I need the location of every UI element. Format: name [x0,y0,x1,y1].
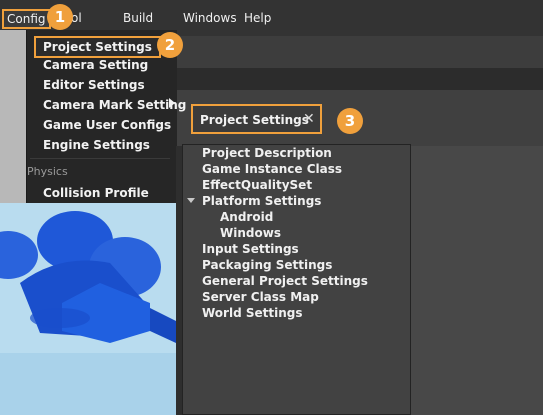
toolbar-strip [176,68,543,90]
step-badge-2: 2 [157,32,183,58]
tree-item-effect-quality-set[interactable]: EffectQualitySet [202,177,312,193]
tree-item-input-settings[interactable]: Input Settings [202,241,299,257]
tree-item-windows[interactable]: Windows [220,225,281,241]
tree-item-server-class-map[interactable]: Server Class Map [202,289,319,305]
menu-item-camera-mark-setting[interactable]: Camera Mark Setting [43,97,186,113]
blue-object-model [0,211,176,343]
toolbar-area [176,36,543,68]
tree-item-general-project-settings[interactable]: General Project Settings [202,273,368,289]
chevron-right-icon [169,98,175,108]
menu-item-editor-settings[interactable]: Editor Settings [43,77,145,93]
tab-project-settings[interactable]: Project Settings ✕ [191,104,322,134]
menu-config[interactable]: Config [2,9,51,29]
menu-item-collision-profile[interactable]: Collision Profile [43,185,149,201]
scene-viewport[interactable] [0,203,176,415]
details-panel [411,146,543,415]
menu-item-game-user-configs[interactable]: Game User Configs [43,117,171,133]
step-badge-1: 1 [47,4,73,30]
menu-item-project-settings[interactable]: Project Settings [34,36,161,58]
step-badge-3: 3 [337,108,363,134]
menu-section-physics: Physics [27,165,68,178]
menu-windows[interactable]: Windows [183,11,237,25]
tree-item-android[interactable]: Android [220,209,273,225]
tree-item-packaging-settings[interactable]: Packaging Settings [202,257,332,273]
menu-help[interactable]: Help [244,11,271,25]
menu-item-camera-setting[interactable]: Camera Setting [43,57,148,73]
tab-label: Project Settings [200,113,309,127]
caret-down-icon[interactable] [187,198,195,203]
tree-item-project-description[interactable]: Project Description [202,145,332,161]
menu-divider [30,158,170,159]
menu-gutter [0,30,26,203]
tree-item-game-instance-class[interactable]: Game Instance Class [202,161,342,177]
close-icon[interactable]: ✕ [303,112,315,126]
tree-item-platform-settings[interactable]: Platform Settings [202,193,321,209]
tree-item-world-settings[interactable]: World Settings [202,305,303,321]
menu-item-engine-settings[interactable]: Engine Settings [43,137,150,153]
menu-build[interactable]: Build [123,11,153,25]
